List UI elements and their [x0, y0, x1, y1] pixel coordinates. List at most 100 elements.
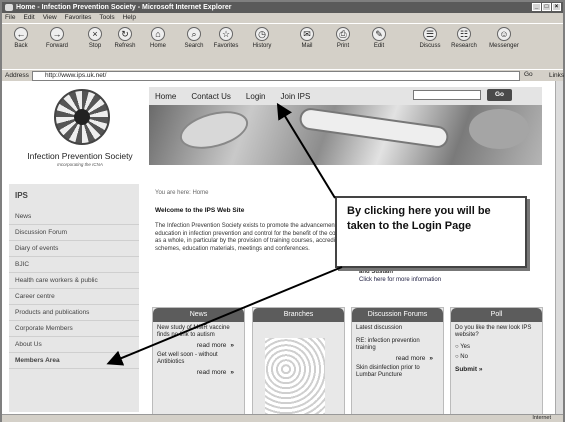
sidebar-item-corporate-members[interactable]: Corporate Members: [9, 321, 139, 337]
ips-logo[interactable]: [54, 89, 110, 145]
mail-label: Mail: [301, 43, 313, 49]
sidebar-item-discussion-forum[interactable]: Discussion Forum: [9, 225, 139, 241]
poll-option-no-label: No: [460, 354, 468, 360]
minimize-button[interactable]: _: [532, 3, 541, 11]
nav-join-ips[interactable]: Join IPS: [281, 92, 311, 101]
news-read-more-link[interactable]: read more»: [153, 342, 244, 349]
uk-map-image[interactable]: [265, 338, 325, 414]
radio-icon[interactable]: ○: [455, 344, 459, 350]
more-info-suffix: for more information: [385, 277, 442, 283]
sidebar-item-career-centre[interactable]: Career centre: [9, 289, 139, 305]
org-subtitle: Incorporating the ICNA: [57, 162, 103, 167]
refresh-label: Refresh: [114, 43, 136, 49]
links-button[interactable]: Links: [549, 72, 564, 79]
search-icon: ⌕: [187, 27, 201, 41]
sidebar-item-diary-of-events[interactable]: Diary of events: [9, 241, 139, 257]
research-button[interactable]: ☷ Research: [447, 27, 481, 49]
news-read-more-link-2[interactable]: read more»: [153, 369, 244, 376]
research-label: Research: [451, 43, 477, 49]
forum-item[interactable]: Skin disinfection prior to Lumbar Punctu…: [352, 362, 443, 382]
favorites-icon: ☆: [219, 27, 233, 41]
vertical-scrollbar[interactable]: [555, 81, 563, 414]
forums-read-more-link[interactable]: read more»: [352, 355, 443, 362]
poll-option-yes-label: Yes: [460, 344, 470, 350]
discuss-icon: ☰: [423, 27, 437, 41]
poll-box: Poll Do you like the new look IPS websit…: [450, 307, 543, 414]
sidebar-item-members-area[interactable]: Members Area: [9, 353, 139, 369]
home-icon: ⌂: [151, 27, 165, 41]
news-read-more-label-2: read more: [196, 369, 227, 376]
menu-edit[interactable]: Edit: [23, 13, 34, 23]
site-search-input[interactable]: [413, 90, 481, 100]
poll-question: Do you like the new look IPS website?: [455, 325, 532, 338]
more-info-line: Click here for more information: [359, 277, 441, 283]
sidebar-item-news[interactable]: News: [9, 209, 139, 225]
nav-login[interactable]: Login: [246, 92, 266, 101]
edit-button[interactable]: ✎ Edit: [362, 27, 396, 49]
stop-icon: ×: [88, 27, 102, 41]
news-read-more-label: read more: [196, 342, 227, 349]
forum-item[interactable]: RE: infection prevention training: [352, 335, 443, 355]
sidebar-heading: IPS: [15, 191, 28, 200]
address-go-button[interactable]: Go: [524, 71, 533, 78]
history-icon: ◷: [255, 27, 269, 41]
menu-favorites[interactable]: Favorites: [65, 13, 92, 23]
edit-label: Edit: [373, 43, 385, 49]
more-info-prefix: Click: [359, 277, 374, 283]
banner-shape-2: [298, 106, 450, 150]
messenger-button[interactable]: ☺ Messenger: [487, 27, 521, 49]
favorites-button[interactable]: ☆ Favorites: [209, 27, 243, 49]
sidebar-item-health-care-workers[interactable]: Health care workers & public: [9, 273, 139, 289]
menu-tools[interactable]: Tools: [99, 13, 114, 23]
home-button[interactable]: ⌂ Home: [141, 27, 175, 49]
research-icon: ☷: [457, 27, 471, 41]
maximize-button[interactable]: □: [542, 3, 551, 11]
forward-button[interactable]: → Forward: [40, 27, 74, 49]
branches-box-title: Branches: [253, 308, 344, 322]
back-button[interactable]: ← Back: [4, 27, 38, 49]
org-name: Infection Prevention Society: [27, 151, 133, 161]
menu-help[interactable]: Help: [123, 13, 136, 23]
partial-heading-text: and Sustain: [359, 269, 394, 275]
news-item[interactable]: Get well soon - without Antibiotics: [153, 349, 244, 369]
close-button[interactable]: ×: [552, 3, 561, 11]
stop-button[interactable]: × Stop: [78, 27, 112, 49]
history-button[interactable]: ◷ History: [245, 27, 279, 49]
refresh-icon: ↻: [118, 27, 132, 41]
double-chevron-right-icon: »: [230, 369, 234, 376]
poll-option-yes[interactable]: ○ Yes: [451, 342, 542, 352]
discuss-button[interactable]: ☰ Discuss: [413, 27, 447, 49]
favorites-label: Favorites: [213, 43, 239, 49]
news-item[interactable]: New study of MMR vaccine finds no link t…: [153, 322, 244, 342]
poll-submit-button[interactable]: Submit »: [451, 362, 542, 377]
print-button[interactable]: ⎙ Print: [326, 27, 360, 49]
address-label: Address: [5, 72, 29, 79]
intro-text: The Infection Prevention Society exists …: [155, 223, 359, 252]
address-input[interactable]: http://www.ips.uk.net/: [32, 71, 520, 81]
menu-file[interactable]: File: [5, 13, 15, 23]
address-bar: Address http://www.ips.uk.net/ Go Links: [2, 69, 564, 81]
sidebar-item-products-publications[interactable]: Products and publications: [9, 305, 139, 321]
window-controls: _ □ ×: [532, 3, 561, 11]
sidebar-item-about-us[interactable]: About Us: [9, 337, 139, 353]
print-icon: ⎙: [336, 27, 350, 41]
radio-icon[interactable]: ○: [455, 354, 459, 360]
menu-view[interactable]: View: [43, 13, 57, 23]
search-button[interactable]: ⌕ Search: [177, 27, 211, 49]
news-box-title: News: [153, 308, 244, 322]
refresh-button[interactable]: ↻ Refresh: [108, 27, 142, 49]
sidebar-item-bjic[interactable]: BJIC: [9, 257, 139, 273]
site-search-go-button[interactable]: Go: [487, 89, 512, 101]
nav-contact-us[interactable]: Contact Us: [191, 92, 231, 101]
callout-annotation: By clicking here you will be taken to th…: [335, 196, 527, 268]
double-chevron-right-icon: »: [478, 366, 483, 373]
more-info-link[interactable]: here: [374, 277, 386, 283]
banner-shape-1: [175, 105, 253, 156]
nav-home[interactable]: Home: [155, 92, 176, 101]
double-chevron-right-icon: »: [230, 342, 234, 349]
discussion-forums-box: Discussion Forums Latest discussion RE: …: [351, 307, 444, 414]
mail-button[interactable]: ✉ Mail: [290, 27, 324, 49]
back-label: Back: [14, 43, 28, 49]
window-titlebar: Home - Infection Prevention Society - Mi…: [2, 2, 563, 13]
poll-option-no[interactable]: ○ No: [451, 352, 542, 362]
